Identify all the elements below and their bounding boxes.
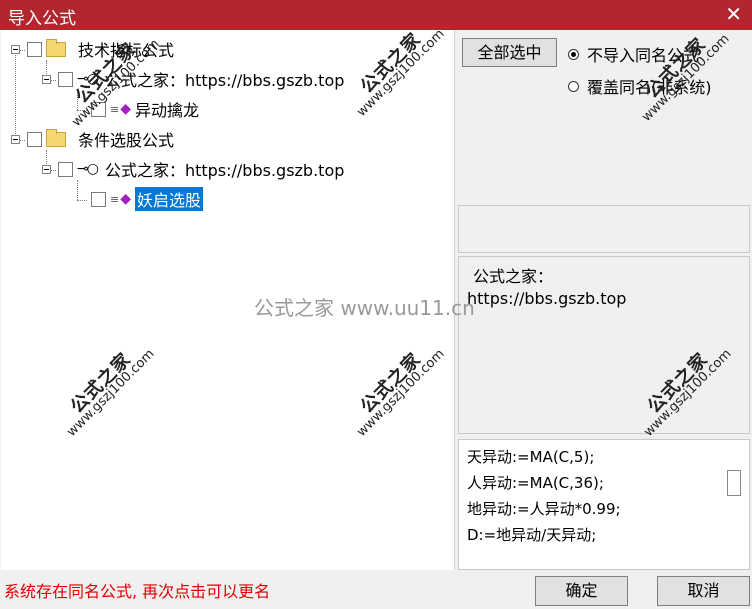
- ok-button[interactable]: 确定: [535, 576, 628, 606]
- collapse-icon[interactable]: [11, 44, 20, 54]
- tree-checkbox[interactable]: [27, 131, 42, 147]
- code-line: 人异动:=MA(C,36);: [467, 474, 604, 492]
- tree-checkbox[interactable]: [58, 161, 73, 177]
- description-line-2: https://bbs.gszb.top: [467, 289, 627, 308]
- tree-node-formula-2[interactable]: ≡ ◆ 妖启选股: [91, 187, 204, 211]
- collapse-icon[interactable]: [11, 134, 20, 144]
- collapse-icon[interactable]: [42, 164, 51, 174]
- scrollbar-thumb[interactable]: [727, 470, 741, 496]
- formula-type-icon: ≡: [110, 102, 120, 116]
- folder-icon: [46, 38, 66, 57]
- formula-type-icon: ≡: [110, 192, 120, 206]
- close-icon[interactable]: ✕: [725, 2, 742, 26]
- status-message: 系统存在同名公式, 再次点击可以更名: [4, 582, 271, 601]
- center-watermark: 公式之家 www.uu11.cn: [254, 296, 475, 320]
- tree-node-source-2[interactable]: ⊸○ 公式之家：https://bbs.gszb.top: [42, 158, 344, 180]
- options-panel: 全部选中 不导入同名公式 覆盖同名(非系统) 公式之家： https://bbs…: [456, 30, 752, 570]
- tree-node-label-selected: 妖启选股: [135, 187, 204, 211]
- code-line: D:=地异动/天异动;: [467, 526, 597, 544]
- tree-node-stock-selection[interactable]: 条件选股公式: [11, 128, 174, 150]
- collapse-icon[interactable]: [42, 74, 51, 84]
- tree-checkbox[interactable]: [58, 71, 73, 87]
- code-line: 天异动:=MA(C,5);: [467, 448, 595, 466]
- key-icon: ⊸○: [77, 161, 99, 177]
- formula-gem-icon: ◆: [120, 191, 131, 207]
- radio-unselected-icon[interactable]: [568, 80, 579, 92]
- tree-node-label: 公式之家：https://bbs.gszb.top: [104, 71, 345, 90]
- description-line-1: 公式之家：: [473, 267, 554, 286]
- cancel-button[interactable]: 取消: [657, 576, 750, 606]
- tree-checkbox[interactable]: [91, 191, 106, 207]
- tree-checkbox[interactable]: [27, 41, 42, 57]
- tree-node-label: 条件选股公式: [78, 131, 175, 150]
- window-title: 导入公式: [8, 9, 76, 29]
- title-bar: 导入公式 ✕: [0, 0, 752, 30]
- folder-icon: [46, 128, 66, 147]
- tree-node-label: 公式之家：https://bbs.gszb.top: [104, 161, 345, 180]
- select-all-button[interactable]: 全部选中: [462, 38, 557, 67]
- radio-selected-icon[interactable]: [568, 48, 579, 60]
- code-line: 地异动:=人异动*0.99;: [467, 500, 621, 518]
- tree-node-label: 异动擒龙: [135, 101, 200, 120]
- code-panel[interactable]: 天异动:=MA(C,5); 人异动:=MA(C,36); 地异动:=人异动*0.…: [458, 439, 750, 570]
- empty-panel: [458, 205, 750, 253]
- formula-gem-icon: ◆: [120, 101, 131, 117]
